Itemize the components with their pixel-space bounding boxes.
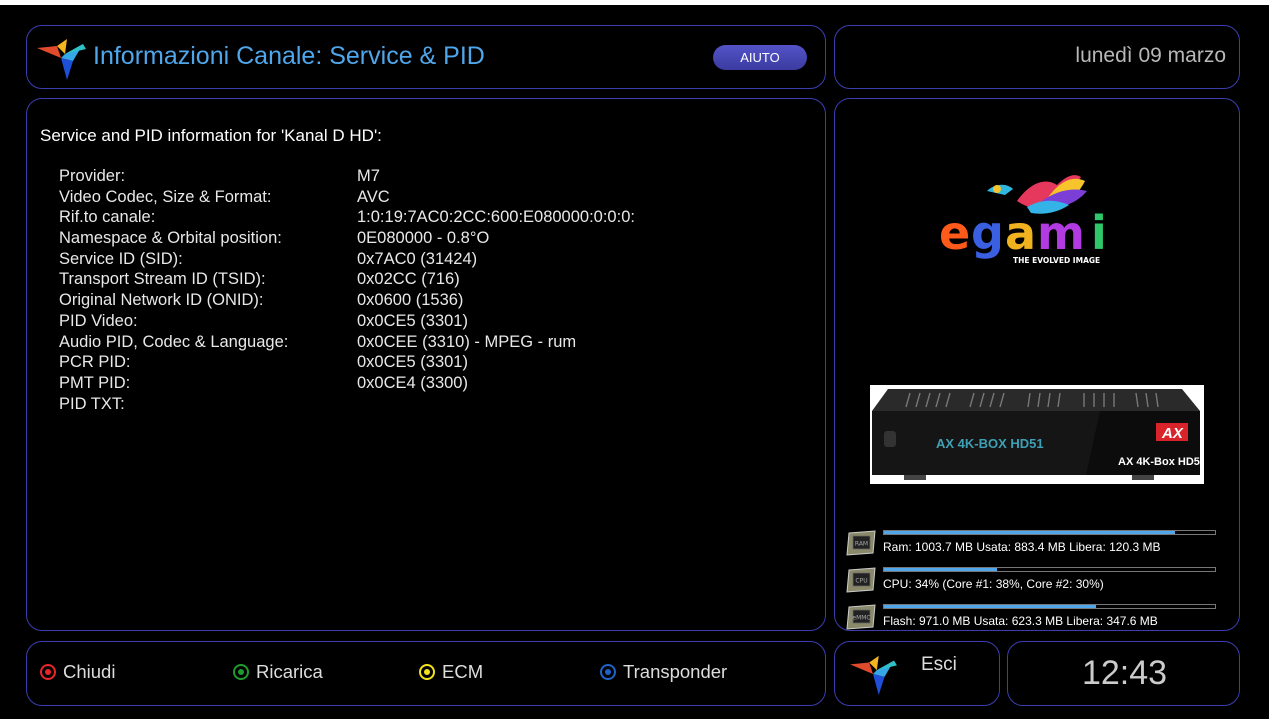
info-label: Provider:	[59, 167, 126, 185]
info-value: 0x7AC0 (31424)	[357, 249, 478, 268]
info-label: Transport Stream ID (TSID):	[59, 270, 266, 289]
service-info-panel: Service and PID information for 'Kanal D…	[26, 98, 826, 631]
egami-logo: e g a m i THE EVOLVED IMAGE	[939, 175, 1107, 265]
svg-text:AX 4K-Box HD51: AX 4K-Box HD51	[1118, 456, 1204, 468]
button-label: Ricarica	[256, 661, 323, 682]
receiver-image: AX 4K-BOX HD51 AX 4K-Box HD51 AX	[870, 385, 1206, 484]
stat-ram-chip: RAM Ram: 1003.7 MB Usata: 883.4 MB Libera…	[843, 527, 1233, 563]
info-label: PMT PID:	[59, 373, 131, 392]
help-button[interactable]: AIUTO	[713, 45, 807, 70]
usage-bar-fill	[884, 605, 1096, 608]
stat-emmc-chip: eMMC Flash: 971.0 MB Usata: 623.3 MB Libe…	[843, 601, 1233, 637]
bird-logo-icon	[850, 655, 897, 696]
usage-bar	[883, 530, 1216, 535]
clock: 12:43	[1081, 654, 1168, 692]
info-label: Video Codec, Size & Format:	[59, 187, 272, 206]
svg-text:eMMC: eMMC	[852, 615, 870, 622]
svg-text:THE EVOLVED IMAGE: THE EVOLVED IMAGE	[1013, 256, 1100, 265]
bird-logo-icon	[37, 39, 86, 80]
info-value: 0x0CE5 (3301)	[357, 353, 468, 372]
header-panel: Informazioni Canale: Service & PID AIUTO	[26, 25, 826, 89]
info-label: PID Video:	[59, 311, 138, 330]
button-label: Transponder	[623, 661, 728, 682]
info-label: Original Network ID (ONID):	[59, 291, 264, 310]
svg-text:g: g	[971, 206, 1004, 260]
info-label: PID TXT:	[59, 394, 125, 413]
button-label: ECM	[442, 661, 484, 682]
usage-bar-fill	[884, 531, 1176, 534]
exit-panel: Esci	[834, 641, 1000, 706]
info-label: Namespace & Orbital position:	[59, 229, 282, 248]
usage-text: Ram: 1003.7 MB Usata: 883.4 MB Libera: 1…	[883, 540, 1161, 554]
color-dot-icon	[600, 664, 616, 680]
color-dot-icon	[40, 664, 56, 680]
clock-panel: 12:43	[1007, 641, 1240, 706]
cpu-chip-icon: CPU	[846, 567, 876, 593]
exit-button[interactable]: Esci	[921, 654, 957, 676]
svg-text:i: i	[1091, 206, 1107, 260]
usage-bar	[883, 567, 1216, 572]
svg-text:RAM: RAM	[855, 541, 868, 548]
info-value: 0x0CE4 (3300)	[357, 373, 468, 392]
info-value: 0x02CC (716)	[357, 270, 460, 289]
svg-text:CPU: CPU	[855, 578, 867, 585]
info-value: 0x0CE5 (3301)	[357, 311, 468, 330]
top-edge	[0, 0, 1269, 5]
color-button-bar: Chiudi Ricarica ECM Transponder	[26, 641, 826, 706]
info-value: 0E080000 - 0.8°O	[357, 229, 490, 248]
usage-text: Flash: 971.0 MB Usata: 623.3 MB Libera: …	[883, 614, 1158, 628]
button-label: Chiudi	[63, 661, 116, 682]
page-title: Informazioni Canale: Service & PID	[93, 42, 485, 70]
usage-bar	[883, 604, 1216, 609]
svg-text:m: m	[1037, 206, 1085, 260]
usage-text: CPU: 34% (Core #1: 38%, Core #2: 30%)	[883, 577, 1104, 591]
svg-text:e: e	[939, 206, 970, 260]
emmc-chip-icon: eMMC	[846, 604, 876, 630]
svg-text:AX: AX	[1161, 425, 1184, 442]
current-date: lunedì 09 marzo	[1075, 44, 1226, 67]
info-value: 0x0600 (1536)	[357, 291, 464, 310]
color-dot-icon	[233, 664, 249, 680]
svg-text:a: a	[1005, 206, 1036, 260]
info-label: PCR PID:	[59, 353, 131, 372]
usage-bar-fill	[884, 568, 997, 571]
stat-cpu-chip: CPU CPU: 34% (Core #1: 38%, Core #2: 30%)	[843, 564, 1233, 600]
ram-chip-icon: RAM	[846, 530, 876, 556]
info-value: 0x0CEE (3310) - MPEG - rum	[357, 332, 577, 351]
info-label: Service ID (SID):	[59, 249, 183, 268]
info-value: 1:0:19:7AC0:2CC:600:E080000:0:0:0:	[357, 208, 635, 227]
service-info-heading: Service and PID information for 'Kanal D…	[40, 126, 382, 145]
date-panel: lunedì 09 marzo	[834, 25, 1240, 89]
info-label: Audio PID, Codec & Language:	[59, 332, 289, 351]
info-value: AVC	[357, 187, 390, 206]
color-dot-icon	[419, 664, 435, 680]
sidebar-panel: e g a m i THE EVOLVED IMAGE AX 4K-BOX HD…	[834, 98, 1240, 631]
svg-text:AX 4K-BOX HD51: AX 4K-BOX HD51	[936, 436, 1044, 451]
info-label: Rif.to canale:	[59, 208, 156, 227]
info-value: M7	[357, 167, 380, 185]
